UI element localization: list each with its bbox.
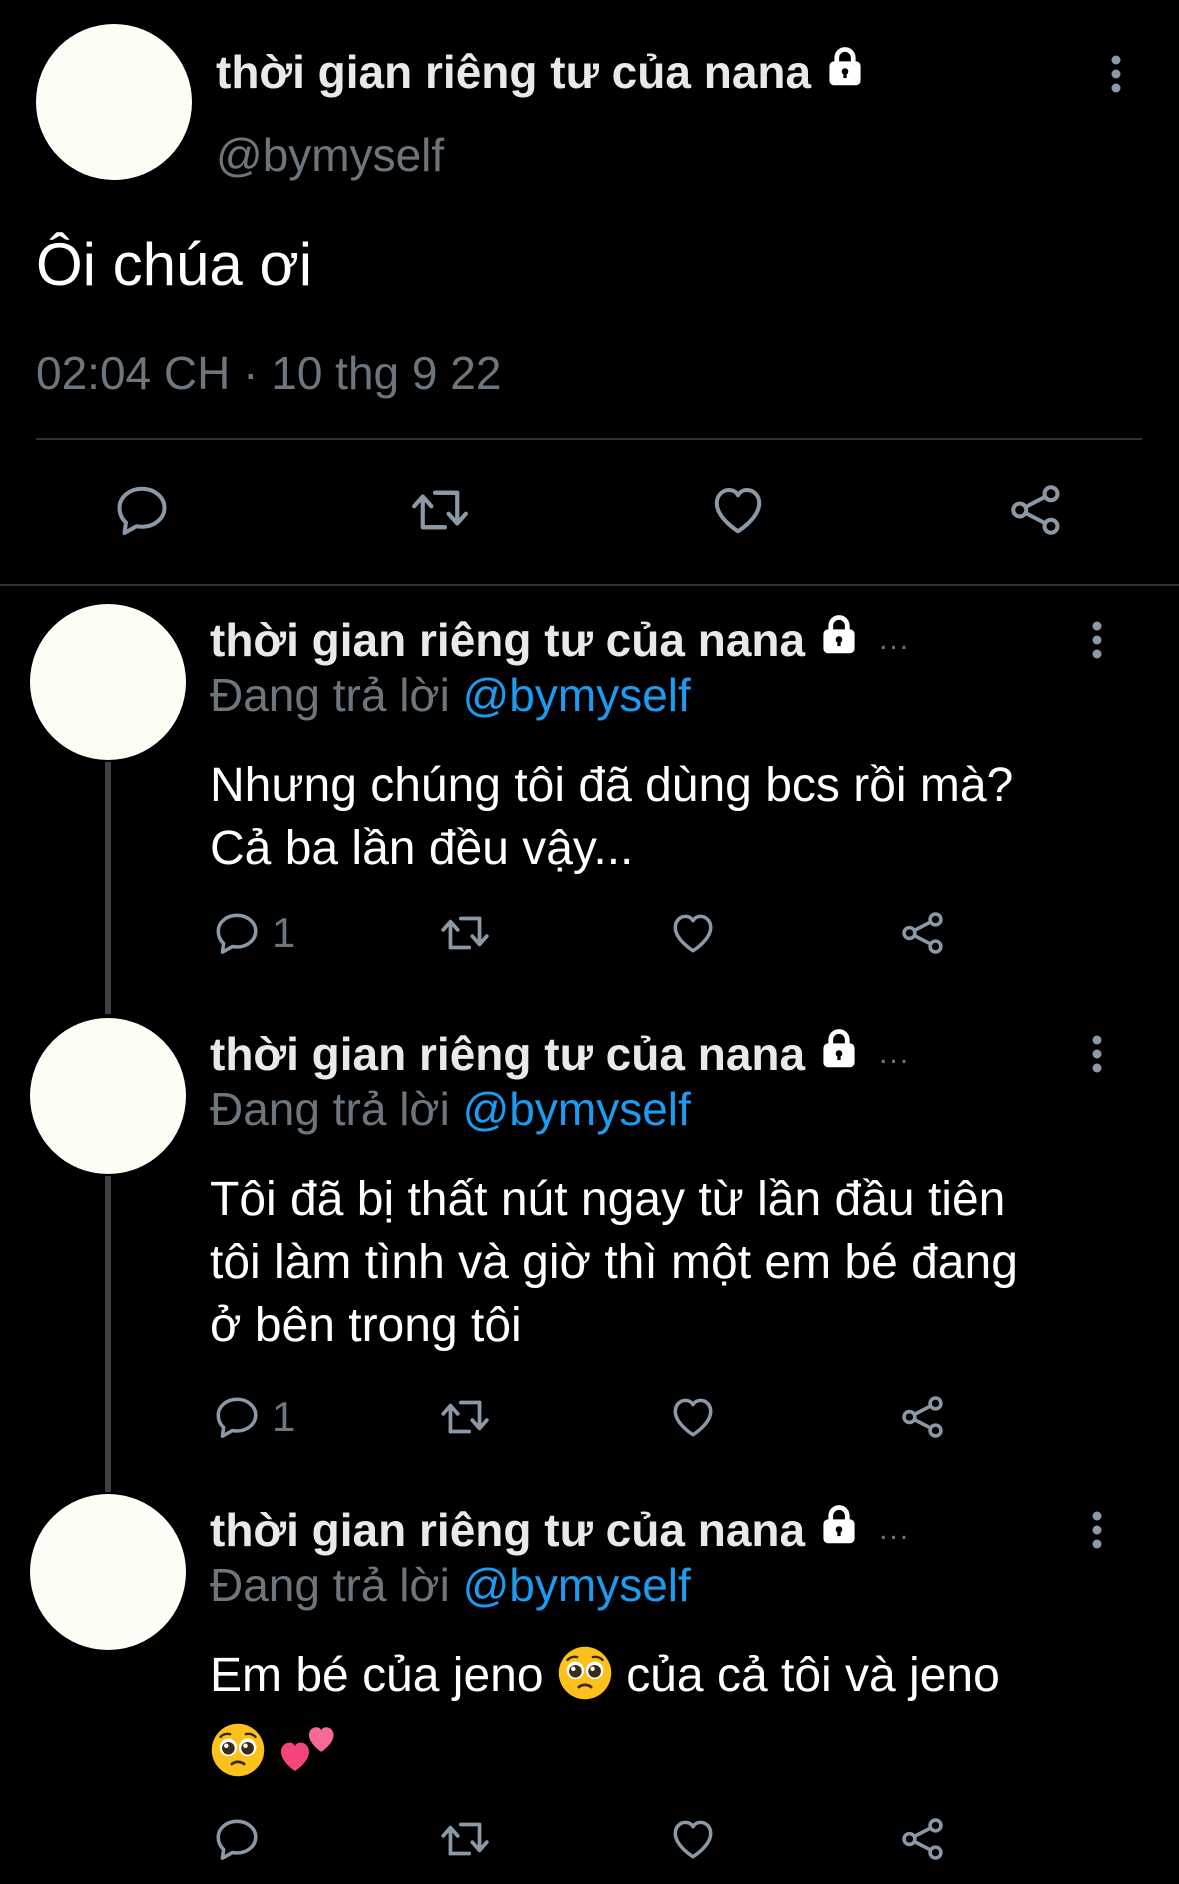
pleading-face-emoji: [557, 1645, 613, 1717]
reply-button[interactable]: [112, 480, 172, 540]
tweet-text-line: Tôi đã bị thất nút ngay từ lần đầu tiên: [210, 1173, 1006, 1226]
more-vertical-icon[interactable]: [1089, 1034, 1105, 1079]
tweet-text-line: [210, 1721, 1110, 1794]
display-name[interactable]: thời gian riêng tư của nana ...: [210, 1026, 910, 1081]
lock-icon: [817, 1026, 861, 1081]
two-hearts-emoji: [279, 1722, 339, 1794]
tweet-text: Nhưng chúng tôi đã dùng bcs rồi mà? Cả b…: [210, 754, 1110, 880]
mention-link[interactable]: @bymyself: [463, 669, 691, 721]
like-button[interactable]: [668, 908, 718, 958]
like-icon: [673, 1398, 713, 1437]
reply-icon: [216, 1397, 258, 1438]
tweet-text-line: Cả ba lần đều vậy...: [210, 822, 634, 875]
reply-button[interactable]: 1: [212, 908, 295, 958]
avatar[interactable]: [36, 24, 192, 180]
retweet-icon: [441, 1822, 489, 1856]
retweet-icon: [441, 916, 489, 950]
lock-icon: [817, 612, 861, 667]
like-icon: [673, 914, 713, 953]
replying-prefix: Đang trả lời: [210, 1083, 450, 1135]
replying-prefix: Đang trả lời: [210, 669, 450, 721]
divider: [36, 438, 1142, 440]
avatar[interactable]: [30, 1018, 186, 1174]
share-button[interactable]: [898, 1814, 948, 1864]
tweet-timestamp[interactable]: 02:04 CH · 10 thg 9 22: [36, 346, 501, 400]
tweet-actions: [0, 1814, 1179, 1870]
tweet-text: Ôi chúa ơi: [36, 231, 313, 298]
display-name[interactable]: thời gian riêng tư của nana: [216, 44, 867, 99]
retweet-icon: [441, 1400, 489, 1434]
lock-icon: [817, 1502, 861, 1557]
pleading-face-emoji: [210, 1722, 266, 1794]
display-name-text: thời gian riêng tư của nana: [210, 613, 806, 666]
meta-separator: ·: [243, 347, 259, 399]
retweet-button[interactable]: [408, 480, 472, 540]
tweet-time: 02:04 CH: [36, 347, 231, 399]
reply-count: 1: [272, 909, 296, 956]
tweet-text: Em bé của jeno của cả tôi và jeno: [210, 1644, 1110, 1794]
share-button[interactable]: [898, 908, 948, 958]
lock-icon: [823, 44, 867, 99]
retweet-button[interactable]: [438, 1814, 492, 1864]
user-handle[interactable]: @bymyself: [216, 128, 444, 182]
main-tweet: thời gian riêng tư của nana @bymyself Ôi…: [0, 0, 1179, 580]
like-icon: [714, 488, 762, 534]
more-vertical-icon[interactable]: [1089, 1510, 1105, 1555]
avatar[interactable]: [30, 1494, 186, 1650]
avatar[interactable]: [30, 604, 186, 760]
replying-to: Đang trả lời @bymyself: [210, 668, 691, 722]
share-icon: [1011, 485, 1060, 535]
share-icon: [902, 1818, 943, 1860]
mention-link[interactable]: @bymyself: [463, 1559, 691, 1611]
tweet-text-segment: Em bé của jeno: [210, 1649, 544, 1702]
reply-icon: [117, 486, 167, 535]
tweet-date: 10 thg 9 22: [271, 347, 502, 399]
reply-button[interactable]: [212, 1814, 262, 1864]
retweet-button[interactable]: [438, 908, 492, 958]
reply-button[interactable]: 1: [212, 1392, 295, 1442]
display-name[interactable]: thời gian riêng tư của nana ...: [210, 1502, 910, 1557]
tweet-actions: [0, 480, 1179, 544]
tweet-text-line: ở bên trong tôi: [210, 1299, 522, 1352]
reply-icon: [216, 1819, 258, 1860]
tweet-actions: 1: [0, 1392, 1179, 1448]
like-button[interactable]: [668, 1814, 718, 1864]
mention-link[interactable]: @bymyself: [463, 1083, 691, 1135]
share-button[interactable]: [1006, 480, 1066, 540]
truncation-dots: ...: [879, 1036, 911, 1070]
reply-tweet[interactable]: thời gian riêng tư của nana ... Đang trả…: [0, 1000, 1179, 1476]
like-icon: [673, 1820, 713, 1859]
retweet-icon: [412, 490, 468, 530]
tweet-text: Tôi đã bị thất nút ngay từ lần đầu tiên …: [210, 1168, 1110, 1357]
tweet-actions: 1: [0, 908, 1179, 964]
share-icon: [902, 1396, 943, 1438]
reply-tweet[interactable]: thời gian riêng tư của nana ... Đang trả…: [0, 586, 1179, 1000]
tweet-text-line: Em bé của jeno của cả tôi và jeno: [210, 1644, 1110, 1717]
like-button[interactable]: [708, 480, 768, 540]
truncation-dots: ...: [879, 622, 911, 656]
display-name-text: thời gian riêng tư của nana: [216, 45, 812, 98]
tweet-text-segment: của cả tôi và jeno: [626, 1649, 1000, 1702]
reply-tweet[interactable]: thời gian riêng tư của nana ... Đang trả…: [0, 1476, 1179, 1884]
tweet-text-line: tôi làm tình và giờ thì một em bé đang: [210, 1236, 1018, 1289]
more-vertical-icon[interactable]: [1108, 54, 1124, 99]
like-button[interactable]: [668, 1392, 718, 1442]
reply-icon: [216, 913, 258, 954]
replying-to: Đang trả lời @bymyself: [210, 1082, 691, 1136]
reply-count: 1: [272, 1393, 296, 1440]
replying-to: Đang trả lời @bymyself: [210, 1558, 691, 1612]
replying-prefix: Đang trả lời: [210, 1559, 450, 1611]
truncation-dots: ...: [879, 1512, 911, 1546]
tweet-text-line: Nhưng chúng tôi đã dùng bcs rồi mà?: [210, 759, 1014, 812]
share-icon: [902, 912, 943, 954]
retweet-button[interactable]: [438, 1392, 492, 1442]
display-name-text: thời gian riêng tư của nana: [210, 1027, 806, 1080]
more-vertical-icon[interactable]: [1089, 620, 1105, 665]
display-name[interactable]: thời gian riêng tư của nana ...: [210, 612, 910, 667]
display-name-text: thời gian riêng tư của nana: [210, 1503, 806, 1556]
share-button[interactable]: [898, 1392, 948, 1442]
